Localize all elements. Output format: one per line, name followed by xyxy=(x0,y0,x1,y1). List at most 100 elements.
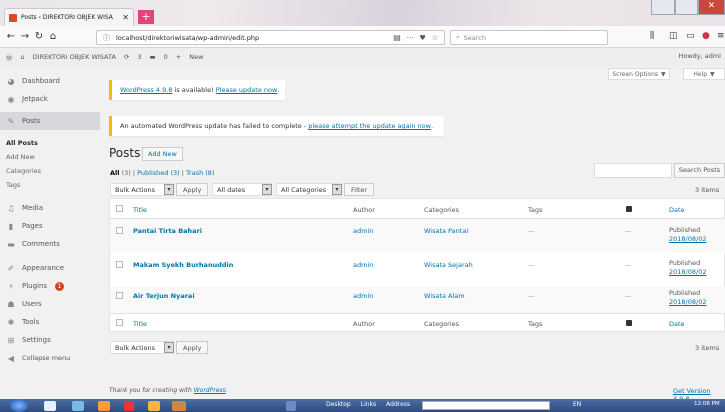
post-category-link[interactable]: Wisata Pantai xyxy=(424,227,468,235)
select-all-checkbox[interactable] xyxy=(116,205,123,212)
filter-trash-link[interactable]: Trash (8) xyxy=(186,169,214,177)
firefox-taskbar-icon[interactable] xyxy=(98,401,110,411)
updates-icon[interactable]: ⟳ xyxy=(124,53,129,61)
screen-options-button[interactable]: Screen Options ▼ xyxy=(608,68,670,80)
post-title-link[interactable]: Makam Syekh Burhanuddin xyxy=(133,261,233,269)
library-icon[interactable]: ⫼ xyxy=(650,31,654,41)
submenu-tags[interactable]: Tags xyxy=(6,181,20,189)
updates-count[interactable]: 3 xyxy=(137,53,141,61)
comment-bubble-icon[interactable] xyxy=(626,320,632,326)
filter-button[interactable]: Filter xyxy=(344,183,375,196)
sidebar-item-settings[interactable]: ⊞ Settings xyxy=(0,331,100,349)
post-author-link[interactable]: admin xyxy=(353,261,373,269)
start-button[interactable] xyxy=(10,399,28,412)
post-title-link[interactable]: Pantai Tirta Bahari xyxy=(133,227,202,235)
filter-all-link[interactable]: All xyxy=(110,169,120,177)
sidebar-item-appearance[interactable]: ✐ Appearance xyxy=(0,259,100,277)
language-indicator[interactable]: EN xyxy=(573,401,581,408)
update-now-link[interactable]: Please update now xyxy=(216,86,278,94)
filter-published-link[interactable]: Published (3) xyxy=(137,169,180,177)
window-close-button[interactable]: ✕ xyxy=(698,0,725,15)
sidebar-item-media[interactable]: ♫ Media xyxy=(0,199,100,217)
sidebar-item-dashboard[interactable]: ◕ Dashboard xyxy=(0,72,100,90)
chevron-down-icon[interactable]: ▾ xyxy=(164,342,174,353)
taskbar-app-icon[interactable] xyxy=(172,401,186,411)
bookmark-star-icon[interactable]: ☆ xyxy=(432,34,438,42)
sidebar-toggle-icon[interactable]: ◫ xyxy=(669,31,678,41)
taskbar-app-icon[interactable] xyxy=(286,401,296,411)
post-author-link[interactable]: admin xyxy=(353,292,373,300)
column-title[interactable]: Title xyxy=(133,206,147,214)
post-title-link[interactable]: Air Terjun Nyarai xyxy=(133,292,195,300)
howdy-user[interactable]: Howdy, admi xyxy=(678,52,721,60)
chevron-down-icon[interactable]: ▾ xyxy=(262,184,272,195)
wordpress-link[interactable]: WordPress xyxy=(194,387,226,394)
sidebar-item-jetpack[interactable]: ◉ Jetpack xyxy=(0,90,100,108)
pocket-icon[interactable]: ♥ xyxy=(419,34,425,42)
row-checkbox[interactable] xyxy=(116,261,123,268)
notice-punct: . xyxy=(277,86,280,94)
row-checkbox[interactable] xyxy=(116,292,123,299)
system-clock[interactable]: 12:08 PM xyxy=(694,401,720,407)
post-category-link[interactable]: Wisata Sejarah xyxy=(424,261,473,269)
site-name-link[interactable]: DIREKTORI OBJEK WISATA xyxy=(33,53,116,61)
wordpress-version-link[interactable]: WordPress 4.9.8 xyxy=(120,86,172,94)
reload-icon[interactable]: ↻ xyxy=(32,31,46,42)
forward-icon[interactable]: → xyxy=(18,31,32,42)
post-category-link[interactable]: Wisata Alam xyxy=(424,292,465,300)
window-maximize-button[interactable] xyxy=(675,0,698,15)
page-actions-icon[interactable]: ··· xyxy=(407,34,414,42)
chevron-down-icon[interactable]: ▾ xyxy=(332,184,342,195)
sidebar-collapse-menu[interactable]: ◀ Collapse menu xyxy=(0,349,100,367)
menu-icon[interactable]: ≡ xyxy=(717,31,725,41)
window-minimize-button[interactable] xyxy=(651,0,675,15)
taskbar-app-icon[interactable] xyxy=(148,401,160,411)
chevron-down-icon[interactable]: ▾ xyxy=(164,184,174,195)
close-tab-icon[interactable]: ✕ xyxy=(122,13,129,22)
column-date[interactable]: Date xyxy=(669,320,685,328)
sidebar-item-comments[interactable]: ▬ Comments xyxy=(0,235,100,253)
comment-bubble-icon[interactable] xyxy=(626,206,632,212)
new-tab-button[interactable]: + xyxy=(138,10,154,24)
sidebar-item-posts[interactable]: ✎ Posts xyxy=(0,112,100,130)
sidebar-item-tools[interactable]: ✱ Tools xyxy=(0,313,100,331)
column-title[interactable]: Title xyxy=(133,320,147,328)
url-bar[interactable]: ⓘ localhost/direktoriwisata/wp-admin/edi… xyxy=(96,30,445,45)
links-toolbar[interactable]: Links xyxy=(361,401,376,408)
new-link[interactable]: New xyxy=(189,53,203,61)
sidebar-item-plugins[interactable]: ⚡ Plugins 1 xyxy=(0,277,100,295)
reader-icon[interactable]: ▤ xyxy=(393,33,401,42)
screenshot-icon[interactable]: ▭ xyxy=(686,31,695,41)
retry-update-link[interactable]: please attempt the update again now xyxy=(308,122,431,130)
comments-count[interactable]: 0 xyxy=(164,53,168,61)
search-posts-input[interactable] xyxy=(594,163,672,178)
help-button[interactable]: Help ▼ xyxy=(683,68,725,80)
wordpress-logo-icon[interactable]: Ⓦ xyxy=(6,52,13,62)
submenu-add-new[interactable]: Add New xyxy=(6,153,35,161)
taskbar-app-icon[interactable] xyxy=(72,401,84,411)
browser-search-input[interactable]: ⌕ Search xyxy=(450,30,608,45)
submenu-all-posts[interactable]: All Posts xyxy=(6,139,38,147)
row-checkbox[interactable] xyxy=(116,227,123,234)
plus-icon[interactable]: + xyxy=(176,53,181,61)
taskbar-app-icon[interactable] xyxy=(124,401,134,411)
apply-button-bottom[interactable]: Apply xyxy=(176,341,209,354)
submenu-categories[interactable]: Categories xyxy=(6,167,41,175)
explorer-taskbar-icon[interactable] xyxy=(44,401,56,411)
extension-icon[interactable]: ● xyxy=(702,31,710,41)
desktop-toolbar[interactable]: Desktop xyxy=(326,401,351,408)
taskbar-address-input[interactable] xyxy=(422,401,550,410)
address-toolbar[interactable]: Address xyxy=(386,401,410,408)
post-author-link[interactable]: admin xyxy=(353,227,373,235)
home-icon[interactable]: ⌂ xyxy=(46,31,60,42)
add-new-button[interactable]: Add New xyxy=(142,147,183,161)
sidebar-item-pages[interactable]: ▮ Pages xyxy=(0,217,100,235)
back-icon[interactable]: ← xyxy=(4,31,18,42)
search-posts-button[interactable]: Search Posts xyxy=(674,163,725,178)
browser-tab[interactable]: Posts ‹ DIREKTORI OBJEK WISA ✕ xyxy=(4,8,134,26)
sidebar-item-users[interactable]: ☗ Users xyxy=(0,295,100,313)
select-all-checkbox[interactable] xyxy=(116,319,123,326)
comments-icon[interactable]: ▬ xyxy=(150,53,156,61)
apply-button-top[interactable]: Apply xyxy=(176,183,209,196)
column-date[interactable]: Date xyxy=(669,206,685,214)
